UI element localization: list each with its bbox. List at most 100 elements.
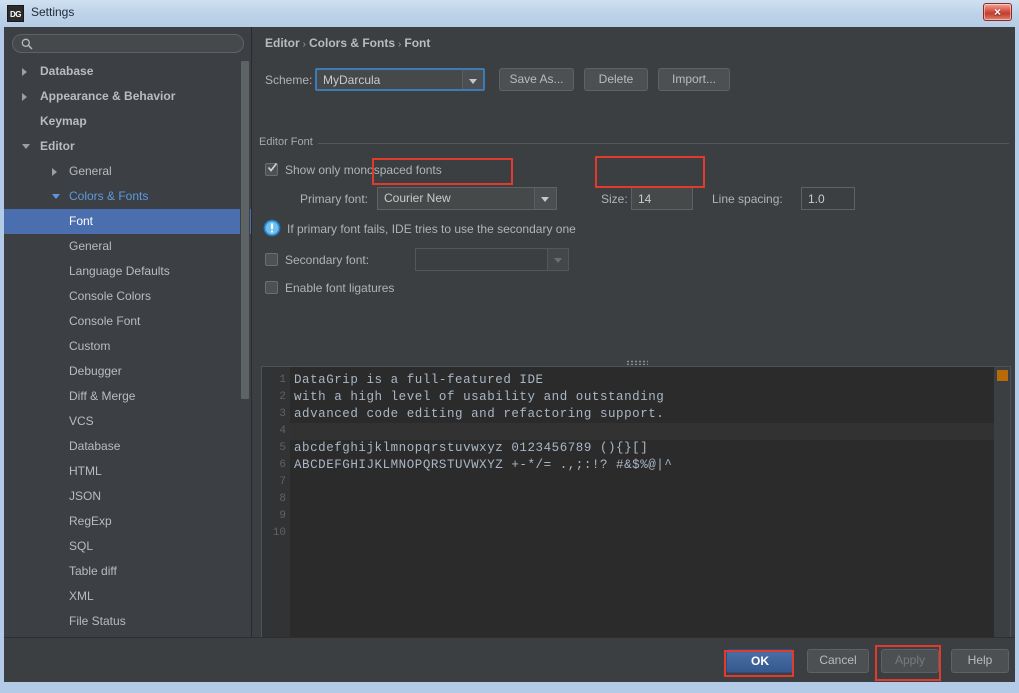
preview-scrollbar[interactable] <box>994 367 1010 645</box>
sidebar-item-debugger[interactable]: Debugger <box>4 359 251 384</box>
sidebar-item-table-diff[interactable]: Table diff <box>4 559 251 584</box>
sidebar-item-label: Database <box>69 439 120 453</box>
import-button[interactable]: Import... <box>658 68 730 91</box>
sidebar-item-label: File Status <box>69 614 126 628</box>
preview-splitter[interactable] <box>261 358 1011 366</box>
cancel-button[interactable]: Cancel <box>807 649 869 673</box>
sidebar-item-font[interactable]: Font <box>4 209 251 234</box>
line-number: 3 <box>279 406 286 423</box>
sidebar-item-colors-fonts[interactable]: Colors & Fonts <box>4 184 251 209</box>
ok-button[interactable]: OK <box>726 649 794 673</box>
sidebar-item-label: JSON <box>69 489 101 503</box>
sidebar-item-database[interactable]: Database <box>4 434 251 459</box>
sidebar-item-label: RegExp <box>69 514 112 528</box>
line-number: 7 <box>279 474 286 491</box>
sidebar-item-label: Database <box>40 64 93 78</box>
search-icon <box>21 38 33 50</box>
line-number: 4 <box>279 423 286 440</box>
chevron-right-icon[interactable] <box>22 68 27 76</box>
scheme-value: MyDarcula <box>323 73 380 87</box>
sidebar-item-label: Appearance & Behavior <box>40 89 175 103</box>
info-text: If primary font fails, IDE tries to use … <box>287 222 576 236</box>
preview-line: advanced code editing and refactoring su… <box>294 406 664 423</box>
font-size-input[interactable] <box>631 187 693 210</box>
settings-window: DG Settings × Database Appearance & Behav… <box>0 0 1019 693</box>
sidebar-item-custom[interactable]: Custom <box>4 334 251 359</box>
search-box[interactable] <box>12 34 244 53</box>
scheme-dropdown-arrow-box[interactable] <box>462 70 483 89</box>
primary-font-combobox[interactable]: Courier New <box>377 187 557 210</box>
preview-line: DataGrip is a full-featured IDE <box>294 372 544 389</box>
font-ligatures-checkbox[interactable] <box>265 281 278 294</box>
title-bar: DG Settings × <box>0 0 1019 27</box>
splitter-grip-icon[interactable] <box>626 360 648 365</box>
sidebar-item-label: XML <box>69 589 94 603</box>
show-monospaced-checkbox[interactable] <box>265 163 278 176</box>
preview-code: DataGrip is a full-featured IDEwith a hi… <box>290 367 1010 645</box>
font-preview-editor[interactable]: 12345678910 DataGrip is a full-featured … <box>261 366 1011 646</box>
close-icon[interactable]: × <box>983 3 1012 21</box>
chevron-down-icon[interactable] <box>52 194 60 199</box>
sidebar-item-diff-merge[interactable]: Diff & Merge <box>4 384 251 409</box>
sidebar-item-label: Console Font <box>69 314 140 328</box>
primary-font-label: Primary font: <box>300 192 368 206</box>
secondary-font-checkbox[interactable] <box>265 253 278 266</box>
sidebar-item-regexp[interactable]: RegExp <box>4 509 251 534</box>
chevron-down-icon <box>469 79 477 84</box>
sidebar-item-console-colors[interactable]: Console Colors <box>4 284 251 309</box>
breadcrumb: Editor›Colors & Fonts›Font <box>265 36 430 50</box>
sidebar-item-json[interactable]: JSON <box>4 484 251 509</box>
sidebar-item-label: Language Defaults <box>69 264 170 278</box>
sidebar-item-label: Custom <box>69 339 110 353</box>
show-monospaced-label: Show only monospaced fonts <box>285 163 442 177</box>
line-number: 1 <box>279 372 286 389</box>
sidebar-item-general[interactable]: General <box>4 159 251 184</box>
chevron-right-icon[interactable] <box>52 168 57 176</box>
delete-button[interactable]: Delete <box>584 68 648 91</box>
scheme-label: Scheme: <box>265 73 312 87</box>
sidebar-item-editor[interactable]: Editor <box>4 134 251 159</box>
settings-tree: Database Appearance & Behavior Keymap Edito… <box>4 59 251 637</box>
chevron-right-icon[interactable] <box>22 93 27 101</box>
sidebar-item-label: VCS <box>69 414 94 428</box>
breadcrumb-segment: Font <box>404 36 430 50</box>
secondary-font-dropdown-arrow-box[interactable] <box>547 249 568 270</box>
line-number: 9 <box>279 508 286 525</box>
sidebar-item-language-defaults[interactable]: Language Defaults <box>4 259 251 284</box>
scheme-combobox[interactable]: MyDarcula <box>315 68 485 91</box>
chevron-down-icon <box>554 258 562 263</box>
preview-line: ABCDEFGHIJKLMNOPQRSTUVWXYZ +-*/= .,;:!? … <box>294 457 672 474</box>
primary-font-value: Courier New <box>384 191 451 205</box>
chevron-down-icon <box>541 197 549 202</box>
secondary-font-combobox[interactable] <box>415 248 569 271</box>
sidebar-scrollbar-thumb[interactable] <box>241 61 249 399</box>
sidebar-item-keymap[interactable]: Keymap <box>4 109 251 134</box>
sidebar-item-sql[interactable]: SQL <box>4 534 251 559</box>
sidebar-item-console-font[interactable]: Console Font <box>4 309 251 334</box>
breadcrumb-separator: › <box>300 39 309 50</box>
apply-button: Apply <box>881 649 939 673</box>
sidebar-item-html[interactable]: HTML <box>4 459 251 484</box>
error-stripe-marker[interactable] <box>997 370 1008 381</box>
sidebar-item-vcs[interactable]: VCS <box>4 409 251 434</box>
sidebar-item-general[interactable]: General <box>4 234 251 259</box>
help-button[interactable]: Help <box>951 649 1009 673</box>
breadcrumb-segment[interactable]: Editor <box>265 36 300 50</box>
sidebar-item-file-status[interactable]: File Status <box>4 609 251 634</box>
sidebar-item-xml[interactable]: XML <box>4 584 251 609</box>
line-spacing-input[interactable] <box>801 187 855 210</box>
sidebar-item-database[interactable]: Database <box>4 59 251 84</box>
close-glyph: × <box>984 4 1011 20</box>
search-input[interactable] <box>38 37 236 51</box>
chevron-down-icon[interactable] <box>22 144 30 149</box>
sidebar-item-label: Keymap <box>40 114 87 128</box>
preview-line: with a high level of usability and outst… <box>294 389 664 406</box>
settings-dialog: Database Appearance & Behavior Keymap Edito… <box>4 27 1015 682</box>
breadcrumb-separator: › <box>395 39 404 50</box>
breadcrumb-segment[interactable]: Colors & Fonts <box>309 36 395 50</box>
font-ligatures-label: Enable font ligatures <box>285 281 394 295</box>
sidebar-item-appearance-behavior[interactable]: Appearance & Behavior <box>4 84 251 109</box>
primary-font-dropdown-arrow-box[interactable] <box>534 188 556 209</box>
save-as-button[interactable]: Save As... <box>499 68 574 91</box>
dialog-button-bar: OK Cancel Apply Help <box>4 637 1015 682</box>
